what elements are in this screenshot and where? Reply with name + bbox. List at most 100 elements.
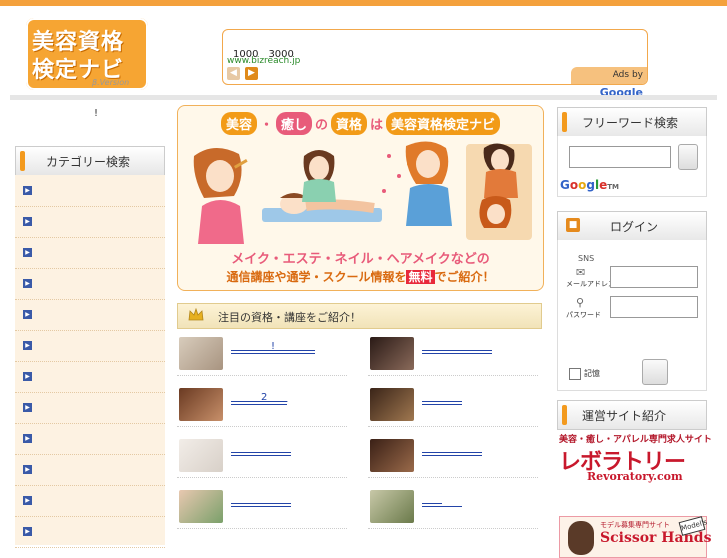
featured-item[interactable] xyxy=(177,488,347,529)
category-list: ▶ ▶ ▶ ▶ ▶ ▶ ▶ ▶ ▶ ▶ ▶ ▶ xyxy=(15,175,165,548)
category-item[interactable]: ▶ xyxy=(15,423,165,455)
featured-item[interactable]: ! xyxy=(177,335,347,376)
arrow-right-icon: ▶ xyxy=(23,434,32,443)
ads-by-prefix: Ads by xyxy=(612,70,643,80)
hero-title-part: 癒し xyxy=(275,112,312,135)
hero-line2-after: でご紹介！ xyxy=(434,270,495,284)
featured-item[interactable]: 2 xyxy=(177,386,347,427)
hero-line2: 通信講座や通学・スクール情報を 無料 でご紹介！ xyxy=(178,268,543,285)
model-photo xyxy=(568,521,594,555)
scissor-hands-banner[interactable]: モデル募集専門サイト Scissor Hands Model's xyxy=(559,516,711,558)
category-item[interactable]: ▶ xyxy=(15,454,165,486)
category-item[interactable]: ▶ xyxy=(15,516,165,548)
hero-banner[interactable]: 美容・癒しの資格は美容資格検定ナビ メイク・エステ・ネイル・ヘアメイクなどの 通… xyxy=(177,105,544,291)
left-note: ! xyxy=(94,108,99,119)
featured-link[interactable] xyxy=(422,392,462,405)
featured-title: 注目の資格・講座をご紹介！ xyxy=(218,311,361,324)
hero-title-part: の xyxy=(314,118,328,133)
ad-url[interactable]: www.bizreach.jp xyxy=(227,56,300,66)
featured-thumbnail[interactable] xyxy=(370,490,414,523)
google-tm: TM xyxy=(607,183,619,191)
arrow-right-icon: ▶ xyxy=(23,279,32,288)
crown-icon xyxy=(188,308,204,321)
key-icon: ⚲ xyxy=(576,296,585,309)
hero-line1: メイク・エステ・ネイル・ヘアメイクなどの xyxy=(231,252,490,267)
section-marker xyxy=(562,112,567,132)
featured-link[interactable] xyxy=(422,341,492,354)
arrow-right-icon: ▶ xyxy=(23,248,32,257)
featured-thumbnail[interactable] xyxy=(179,337,223,370)
hero-illustration xyxy=(184,136,536,244)
hero-title-part: 資格 xyxy=(331,112,368,135)
chevron-left-icon[interactable]: ◀ xyxy=(227,67,240,80)
arrow-right-icon: ▶ xyxy=(23,372,32,381)
featured-item[interactable] xyxy=(368,488,538,529)
featured-item[interactable] xyxy=(368,386,538,427)
hero-line2-before: 通信講座や通学・スクール情報を xyxy=(226,270,407,284)
featured-item[interactable] xyxy=(177,437,347,478)
category-item[interactable]: ▶ xyxy=(15,268,165,300)
arrow-right-icon: ▶ xyxy=(23,341,32,350)
category-item[interactable]: ▶ xyxy=(15,392,165,424)
free-word-search-header: フリーワード検索 xyxy=(557,107,707,137)
featured-thumbnail[interactable] xyxy=(370,388,414,421)
password-label: パスワード xyxy=(566,311,601,319)
arrow-right-icon: ▶ xyxy=(23,403,32,412)
featured-thumbnail[interactable] xyxy=(179,439,223,472)
chevron-right-icon[interactable]: ▶ xyxy=(245,67,258,80)
arrow-right-icon: ▶ xyxy=(23,186,32,195)
site-logo[interactable]: 美容資格 検定ナビ xyxy=(26,18,148,90)
featured-link[interactable] xyxy=(422,443,482,456)
login-button[interactable] xyxy=(642,359,668,385)
featured-thumbnail[interactable] xyxy=(179,490,223,523)
revoratory-banner[interactable]: 美容・癒し・アパレル専門求人サイト レボラトリー Revoratory.com xyxy=(557,432,712,488)
google-logo[interactable]: GoogleTM xyxy=(560,178,619,192)
logo-version: β.Version xyxy=(92,78,130,87)
featured-link[interactable]: ! xyxy=(231,341,316,354)
category-item[interactable]: ▶ xyxy=(15,206,165,238)
category-item[interactable]: ▶ xyxy=(15,299,165,331)
category-item[interactable]: ▶ xyxy=(15,175,165,207)
category-item[interactable]: ▶ xyxy=(15,237,165,269)
free-word-search-title: フリーワード検索 xyxy=(582,116,679,130)
right-sidebar: フリーワード検索 GoogleTM ■ ログイン SNS ✉ メールアドレス ⚲… xyxy=(557,100,712,558)
scissor-hands-tagline: モデル募集専門サイト xyxy=(600,521,670,529)
section-marker xyxy=(20,151,25,171)
hero-title-part: は xyxy=(370,118,384,133)
ad-banner[interactable]: 1000 3000 www.bizreach.jp ◀ ▶ Ads by Goo… xyxy=(222,29,648,99)
login-box: SNS ✉ メールアドレス ⚲ パスワード 記憶 xyxy=(557,240,707,391)
featured-link[interactable]: 2 xyxy=(231,392,288,405)
login-title: ログイン xyxy=(610,220,659,234)
featured-item[interactable] xyxy=(368,335,538,376)
ads-by-google[interactable]: Ads by Google xyxy=(571,67,647,99)
email-field[interactable] xyxy=(610,266,698,288)
arrow-right-icon: ▶ xyxy=(23,310,32,319)
search-button[interactable] xyxy=(678,144,698,170)
category-item[interactable]: ▶ xyxy=(15,330,165,362)
hero-title: 美容・癒しの資格は美容資格検定ナビ xyxy=(178,112,543,135)
free-word-search-box: GoogleTM xyxy=(557,136,707,197)
featured-link[interactable] xyxy=(422,494,462,507)
revoratory-url: Revoratory.com xyxy=(587,470,683,483)
arrow-right-icon: ▶ xyxy=(23,217,32,226)
category-item[interactable]: ▶ xyxy=(15,485,165,517)
hero-title-part: 美容資格検定ナビ xyxy=(386,112,501,135)
featured-item[interactable] xyxy=(368,437,538,478)
remember-label: 記憶 xyxy=(584,369,600,378)
search-input[interactable] xyxy=(569,146,671,168)
featured-header: 注目の資格・講座をご紹介！ xyxy=(177,303,542,329)
arrow-right-icon: ▶ xyxy=(23,496,32,505)
left-sidebar: ! カテゴリー検索 ▶ ▶ ▶ ▶ ▶ ▶ ▶ ▶ ▶ ▶ ▶ ▶ xyxy=(10,100,170,548)
featured-link[interactable] xyxy=(231,494,291,507)
featured-thumbnail[interactable] xyxy=(370,337,414,370)
featured-link[interactable] xyxy=(231,443,291,456)
hero-title-part: ・ xyxy=(259,118,273,133)
sites-title: 運営サイト紹介 xyxy=(582,409,667,423)
featured-thumbnail[interactable] xyxy=(370,439,414,472)
category-item[interactable]: ▶ xyxy=(15,361,165,393)
featured-thumbnail[interactable] xyxy=(179,388,223,421)
hero-title-part: 美容 xyxy=(220,112,257,135)
remember-checkbox[interactable] xyxy=(569,368,581,380)
password-field[interactable] xyxy=(610,296,698,318)
login-header: ■ ログイン xyxy=(557,211,707,241)
